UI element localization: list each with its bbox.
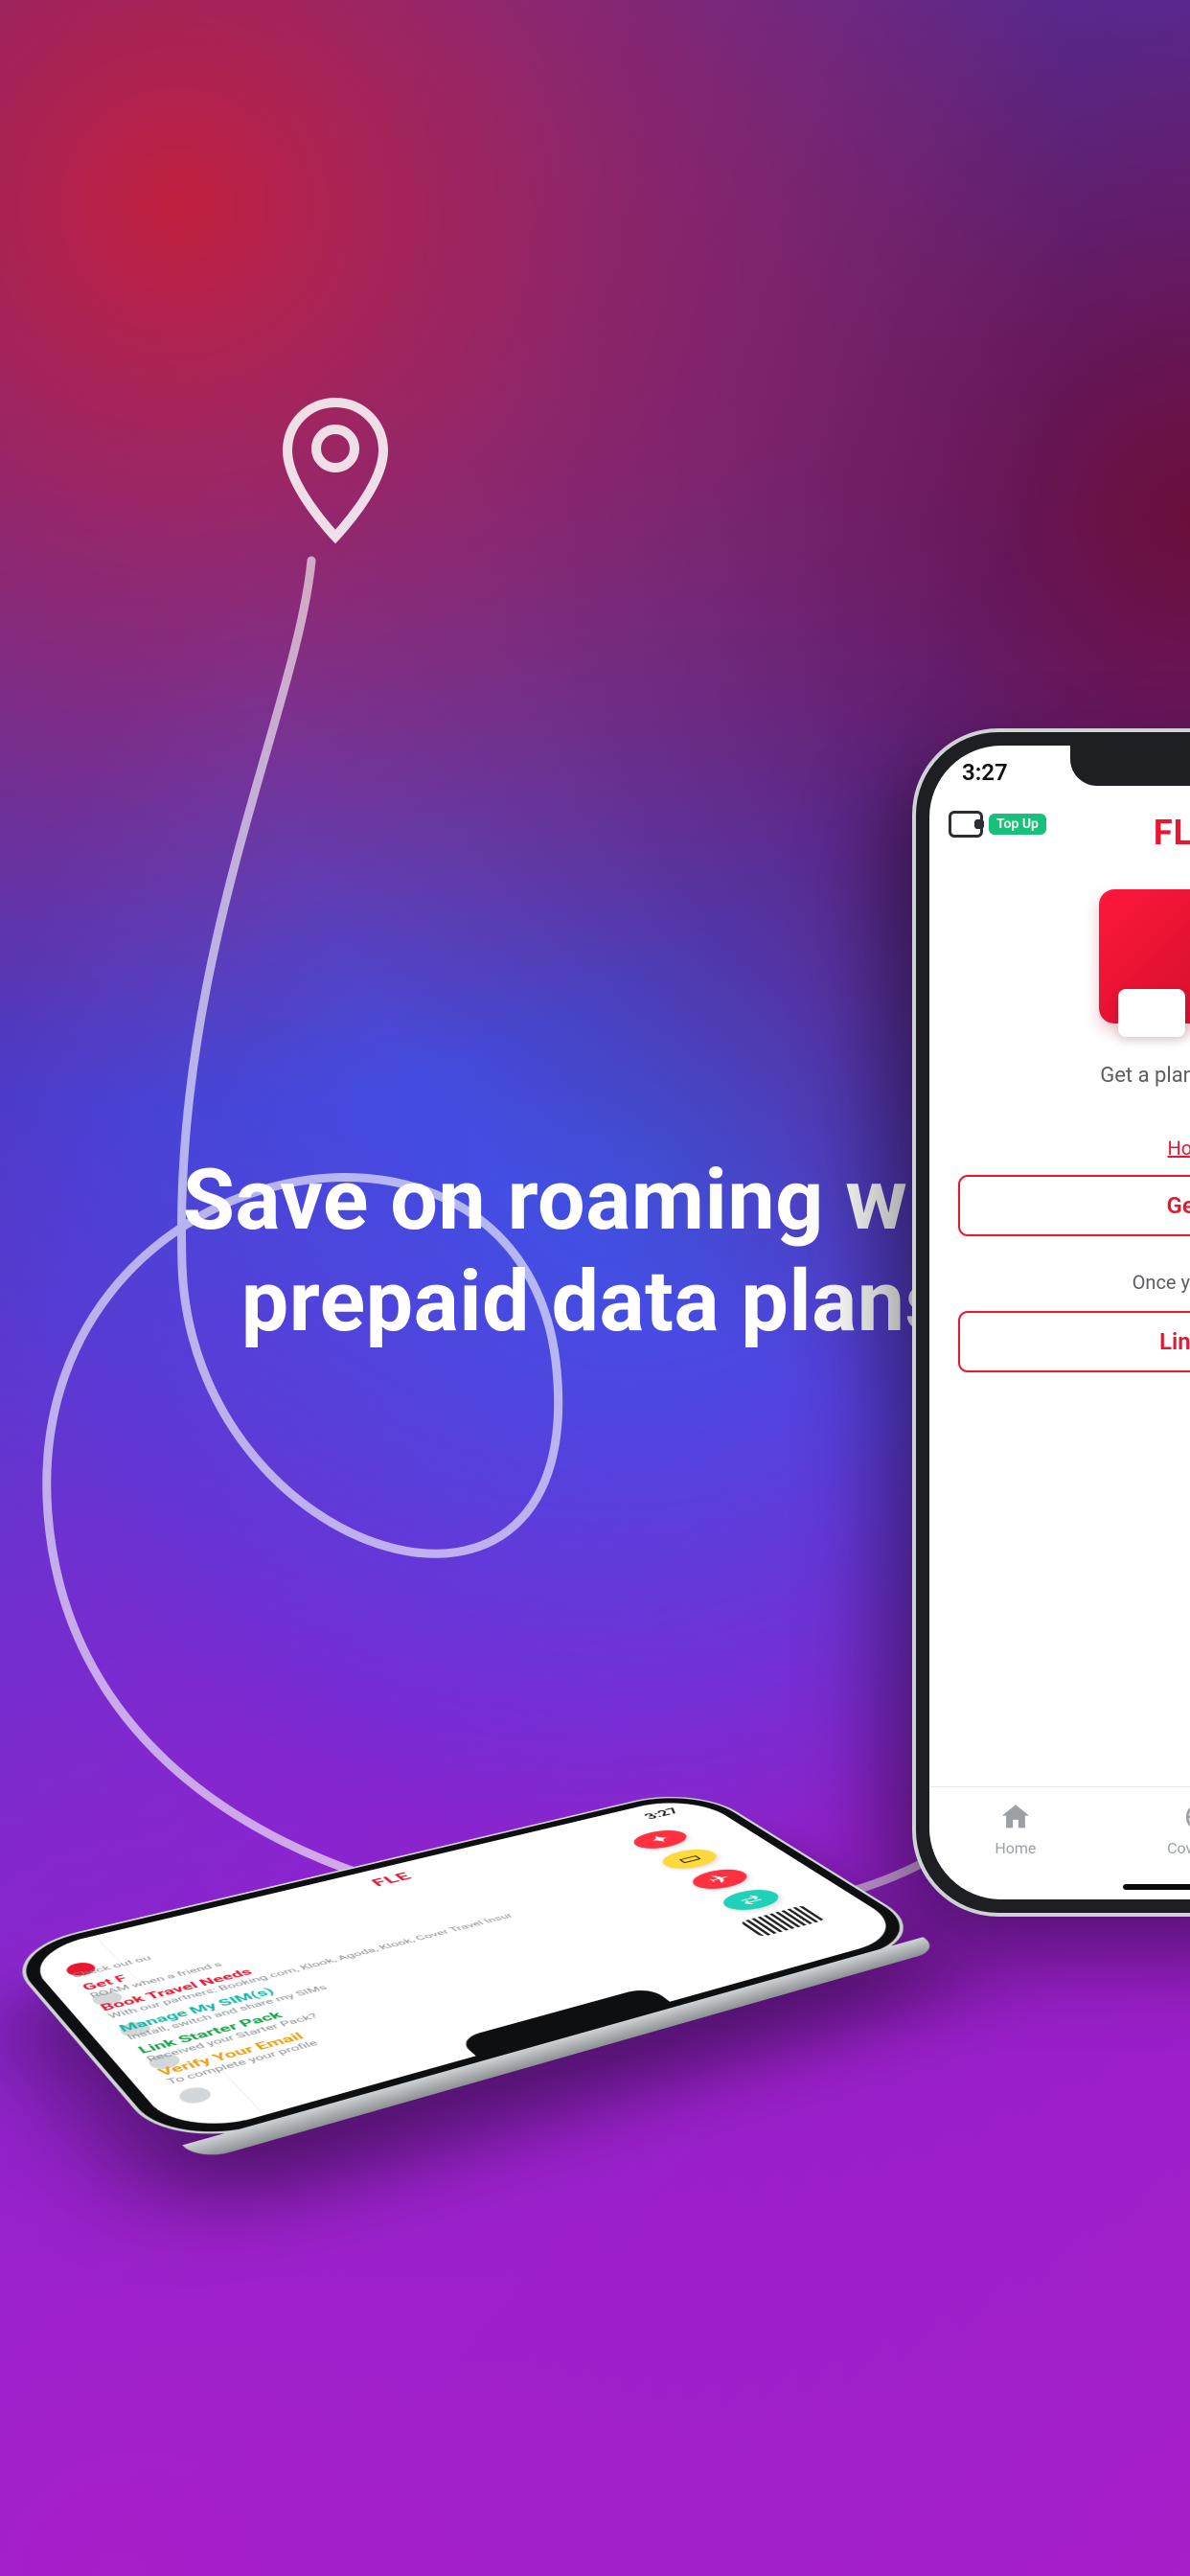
nav-home-label: Home	[995, 1839, 1036, 1857]
globe-icon	[1183, 1801, 1190, 1833]
barcode-icon	[740, 1905, 826, 1937]
mid-helper-text: Once you recei	[958, 1271, 1190, 1294]
nav-coverage-label: Coverage	[1167, 1839, 1190, 1857]
phone-mockup-upright: 3:27 Top Up FLEX Get a plan a to use y H…	[912, 728, 1190, 1917]
shopping-icon: ✈	[684, 1866, 756, 1894]
sim-card-icon: ▭	[654, 1846, 724, 1873]
manage-sims-icon: ⇄	[715, 1886, 788, 1915]
lead-text: Get a plan a to use y	[958, 1062, 1190, 1091]
promo-canvas: Save on roaming with prepaid data plans …	[0, 0, 1190, 2576]
nav-home[interactable]: Home	[995, 1801, 1036, 1857]
get-data-button[interactable]: Get D	[958, 1175, 1190, 1236]
hero-illustration	[1099, 889, 1190, 1024]
gift-icon: ✦	[626, 1827, 695, 1852]
status-time: 3:27	[962, 759, 1008, 786]
topup-badge: Top Up	[989, 814, 1046, 835]
home-icon	[999, 1801, 1032, 1833]
device-notch	[1070, 746, 1190, 786]
how-it-works-link[interactable]: How d	[929, 1137, 1190, 1160]
home-indicator	[1123, 1884, 1190, 1890]
bottom-nav: Home Coverage S	[929, 1786, 1190, 1899]
link-starter-button[interactable]: Link St	[958, 1311, 1190, 1372]
phone-screen: 3:27 Top Up FLEX Get a plan a to use y H…	[929, 746, 1190, 1899]
wallet-topup-button[interactable]: Top Up	[949, 811, 1046, 838]
wallet-icon	[949, 811, 983, 838]
nav-coverage[interactable]: Coverage	[1167, 1801, 1190, 1857]
route-path-icon	[0, 364, 939, 2568]
